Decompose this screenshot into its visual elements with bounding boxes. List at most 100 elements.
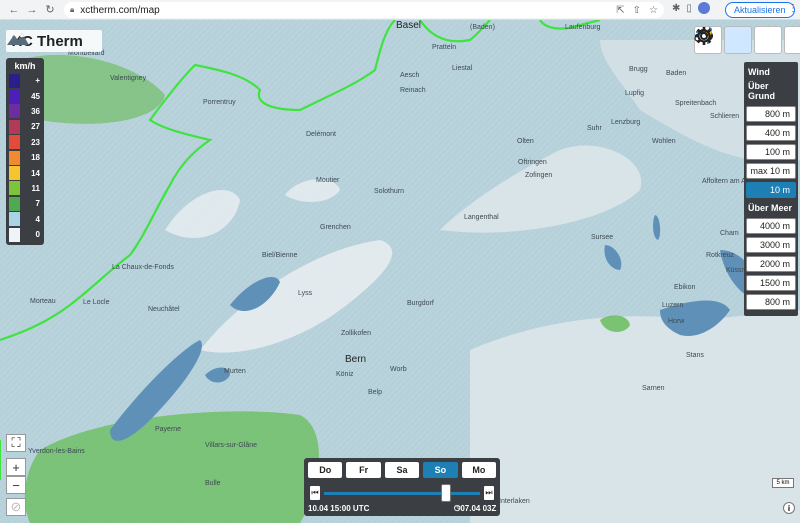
slider-knob[interactable] [440, 484, 451, 502]
wind-altitude-panel: Wind Über Grund 800 m 400 m 100 m max 10 m 1… [744, 62, 798, 316]
cloud-layer-button[interactable] [694, 26, 782, 54]
slider-track[interactable] [324, 492, 480, 495]
address-bar[interactable]: 🔒︎ xctherm.com/map ⇱ ⇧ ☆ [64, 2, 664, 18]
altitude-button[interactable]: max 10 m [746, 163, 796, 179]
town-label: Lyss [298, 290, 313, 297]
legend-swatch [9, 104, 20, 119]
pencil-disabled-icon: ⊘ [10, 499, 22, 514]
town-label: Stans [686, 352, 704, 359]
legend-row: 45 [9, 88, 41, 104]
reload-icon[interactable]: ↻ [42, 2, 58, 18]
altitude-button[interactable]: 100 m [746, 144, 796, 160]
town-label: Solothurn [374, 188, 404, 195]
altitude-button[interactable]: 800 m [746, 294, 796, 310]
altitude-button[interactable]: 1500 m [746, 275, 796, 291]
app-logo[interactable]: XC Therm [6, 30, 102, 52]
browser-toolbar: ← → ↻ 🔒︎ xctherm.com/map ⇱ ⇧ ☆ ✱ ▯ Aktua… [0, 0, 800, 20]
town-label: Suhr [587, 125, 602, 132]
share-icon[interactable]: ⇧ [633, 5, 641, 16]
legend-row: 4 [9, 212, 41, 227]
day-tab[interactable]: Sa [384, 462, 420, 478]
town-label: Liestal [452, 65, 473, 72]
legend-swatch [9, 196, 20, 211]
day-tab[interactable]: Fr [346, 462, 381, 478]
town-label: Delémont [306, 131, 336, 138]
step-back-button[interactable]: ⏮ [310, 486, 320, 500]
profile-avatar[interactable] [697, 2, 710, 14]
altitude-button[interactable]: 10 m [746, 182, 796, 198]
legend-label: 45 [31, 91, 40, 101]
altitude-button[interactable]: 4000 m [746, 218, 796, 234]
zoom-out-button[interactable]: − [6, 476, 26, 494]
town-label: Aesch [400, 72, 420, 79]
mountain-logo-icon [7, 33, 29, 45]
town-label: Ebikon [674, 284, 696, 291]
town-label: Reinach [400, 87, 426, 94]
town-label: Murten [224, 368, 246, 375]
legend-swatch [9, 150, 20, 165]
altitude-button[interactable]: 400 m [746, 125, 796, 141]
legend-label: 18 [31, 153, 40, 163]
town-label: Wohlen [652, 138, 676, 145]
legend-swatch [9, 89, 20, 104]
time-end-text: 07.04 03Z [460, 504, 497, 513]
settings-gear-icon [695, 27, 713, 45]
town-label: Oftringen [518, 159, 547, 166]
step-forward-button[interactable]: ⏭ [484, 486, 494, 500]
settings-button[interactable] [695, 26, 800, 54]
town-label: Lupfig [625, 90, 645, 97]
extensions-puzzle-icon[interactable]: ✱ [672, 3, 680, 14]
map-canvas[interactable]: Basel (Baden) Laufenburg Montbéliard Valenti… [0, 20, 800, 523]
layer-toolbar [694, 26, 800, 54]
town-label: Spreitenbach [675, 100, 717, 107]
town-label: Baden [666, 70, 687, 77]
town-label: La Chaux-de-Fonds [112, 264, 174, 271]
town-label: Payerne [155, 426, 182, 433]
town-label: Zollikofen [341, 330, 371, 337]
time-slider[interactable]: ⏮ ⏭ [308, 484, 496, 502]
menu-dots-icon[interactable]: ⋮ [788, 3, 798, 14]
legend-label: 23 [31, 137, 40, 147]
town-label: Olten [517, 138, 534, 145]
back-icon[interactable]: ← [6, 2, 22, 18]
forward-icon[interactable]: → [24, 2, 40, 18]
town-label: Köniz [336, 371, 354, 378]
legend-swatch [9, 166, 20, 181]
wind-speed-legend: km/h +45 36 27 23 18 14 11 7 4 0 [6, 58, 44, 246]
town-label: Villars-sur-Glâne [205, 442, 257, 449]
altitude-button[interactable]: 3000 m [746, 237, 796, 253]
town-label: Schlieren [710, 113, 740, 120]
legend-swatch [9, 181, 20, 196]
legend-row: 11 [9, 181, 41, 196]
town-label: Belp [368, 389, 383, 396]
town-label: Biel/Bienne [262, 252, 298, 259]
legend-row: 23 [9, 135, 41, 150]
wind-layer-button[interactable] [696, 26, 752, 54]
time-end-label: 🕒︎07.04 03Z [454, 504, 496, 514]
zoom-in-button[interactable]: + [6, 458, 26, 476]
timeline-control: Do Fr Sa So Mo ⏮ ⏭ 10.04 15:00 UTC 🕒︎07.04 0… [304, 458, 500, 516]
info-button[interactable]: i [783, 502, 795, 514]
day-tab[interactable]: Mo [461, 462, 497, 478]
town-label: Le Locle [83, 299, 110, 306]
open-external-icon[interactable]: ⇱ [616, 5, 624, 16]
update-button[interactable]: Aktualisieren [725, 2, 795, 18]
bookmark-star-icon[interactable]: ☆ [649, 5, 658, 16]
town-label: Lenzburg [611, 119, 641, 126]
wind-panel-title: Wind [748, 67, 770, 77]
altitude-button[interactable]: 800 m [746, 106, 796, 122]
sidepanel-icon[interactable]: ▯ [686, 3, 692, 14]
day-tab[interactable]: So [423, 462, 458, 478]
town-label: Bulle [205, 480, 221, 487]
legend-label: 36 [31, 106, 40, 116]
alpine-region [470, 310, 800, 523]
town-label: Sarnen [642, 385, 665, 392]
map-scale: 5 km [772, 478, 794, 488]
legend-row: 14 [9, 165, 41, 181]
legend-label: 4 [35, 214, 40, 224]
fullscreen-button[interactable]: ⛶ [6, 434, 26, 452]
altitude-button[interactable]: 2000 m [746, 256, 796, 272]
day-tab[interactable]: Do [308, 462, 343, 478]
plus-icon: + [12, 459, 20, 475]
draw-tool-button[interactable]: ⊘ [6, 498, 26, 516]
